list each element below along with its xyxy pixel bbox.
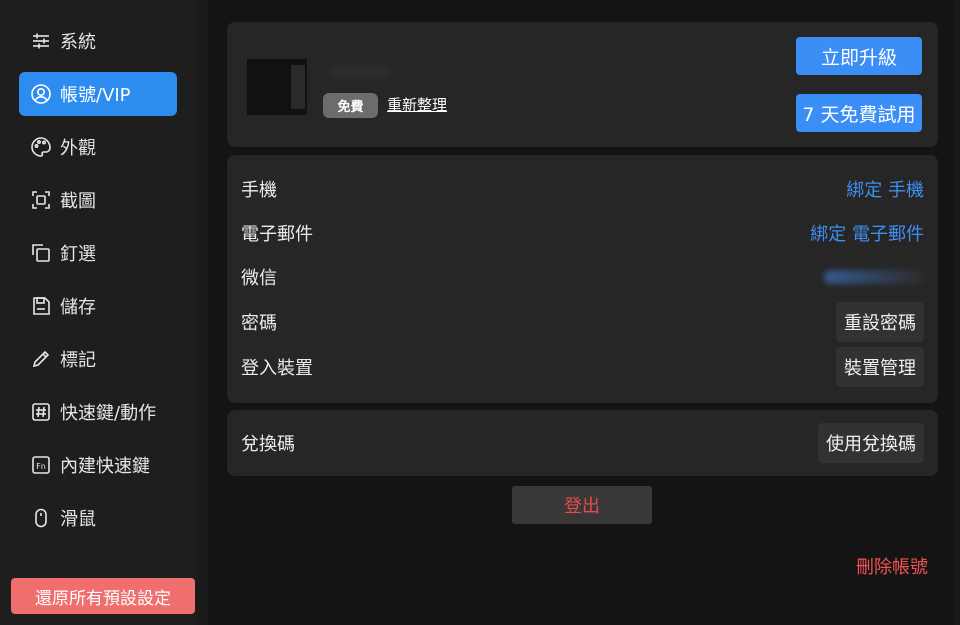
phone-label: 手機	[241, 180, 277, 201]
wechat-row: 微信	[241, 255, 924, 299]
nav-list: 系統 帳號/VIP 外觀 截圖 釘選 儲存 標記 快速鍵/動作 Fn 內建快速鍵…	[19, 19, 177, 549]
sidebar-item-screenshot[interactable]: 截圖	[19, 178, 177, 222]
account-binding-card: 手機 綁定 手機 電子郵件 綁定 電子郵件 微信 密碼 重設密碼 登入裝置 裝置…	[227, 155, 938, 403]
sidebar-item-label: 截圖	[60, 191, 96, 212]
sidebar-item-label: 滑鼠	[60, 509, 96, 530]
sidebar-item-label: 系統	[60, 32, 96, 53]
hash-key-icon	[30, 401, 52, 423]
bind-email-link[interactable]: 綁定 電子郵件	[810, 220, 924, 246]
sidebar: 系統 帳號/VIP 外觀 截圖 釘選 儲存 標記 快速鍵/動作 Fn 內建快速鍵…	[0, 0, 196, 625]
redeem-row: 兌換碼 使用兌換碼	[241, 421, 924, 465]
screenshot-icon	[30, 189, 52, 211]
logout-button[interactable]: 登出	[512, 486, 652, 524]
redeem-label: 兌換碼	[241, 434, 295, 455]
phone-row: 手機 綁定 手機	[241, 167, 924, 211]
sidebar-item-save[interactable]: 儲存	[19, 284, 177, 328]
pin-copy-icon	[30, 242, 52, 264]
sidebar-item-label: 內建快速鍵	[60, 456, 150, 477]
avatar	[247, 59, 307, 115]
reset-password-button[interactable]: 重設密碼	[836, 302, 924, 342]
username-redacted	[329, 66, 389, 78]
svg-text:Fn: Fn	[36, 462, 46, 471]
use-redeem-code-button[interactable]: 使用兌換碼	[818, 423, 924, 463]
profile-card: 免費 重新整理 立即升級 7 天免費試用	[227, 22, 938, 147]
redeem-card: 兌換碼 使用兌換碼	[227, 410, 938, 476]
email-label: 電子郵件	[241, 224, 313, 245]
pencil-icon	[30, 348, 52, 370]
sidebar-item-hotkeys-actions[interactable]: 快速鍵/動作	[19, 390, 177, 434]
sliders-icon	[30, 30, 52, 52]
sidebar-item-label: 標記	[60, 350, 96, 371]
sidebar-item-label: 快速鍵/動作	[60, 403, 157, 424]
palette-icon	[30, 136, 52, 158]
wechat-value-redacted	[824, 270, 924, 284]
sidebar-item-label: 儲存	[60, 297, 96, 318]
bind-phone-link[interactable]: 綁定 手機	[846, 176, 924, 202]
sidebar-item-system[interactable]: 系統	[19, 19, 177, 63]
sidebar-item-label: 釘選	[60, 244, 96, 265]
manage-devices-button[interactable]: 裝置管理	[836, 347, 924, 387]
password-row: 密碼 重設密碼	[241, 300, 924, 344]
free-trial-button[interactable]: 7 天免費試用	[796, 94, 922, 132]
devices-row: 登入裝置 裝置管理	[241, 345, 924, 389]
sidebar-item-annotate[interactable]: 標記	[19, 337, 177, 381]
reset-defaults-button[interactable]: 還原所有預設設定	[11, 578, 195, 614]
sidebar-item-account-vip[interactable]: 帳號/VIP	[19, 72, 177, 116]
delete-account-link[interactable]: 刪除帳號	[856, 553, 928, 579]
main-panel: 免費 重新整理 立即升級 7 天免費試用 手機 綁定 手機 電子郵件 綁定 電子…	[208, 0, 954, 625]
fn-key-icon: Fn	[30, 454, 52, 476]
save-icon	[30, 295, 52, 317]
sidebar-item-builtin-hotkeys[interactable]: Fn 內建快速鍵	[19, 443, 177, 487]
avatar-detail	[291, 65, 305, 109]
upgrade-button[interactable]: 立即升級	[796, 37, 922, 75]
wechat-label: 微信	[241, 268, 277, 289]
sidebar-item-appearance[interactable]: 外觀	[19, 125, 177, 169]
sidebar-item-label: 外觀	[60, 138, 96, 159]
email-row: 電子郵件 綁定 電子郵件	[241, 211, 924, 255]
sidebar-item-mouse[interactable]: 滑鼠	[19, 496, 177, 540]
mouse-icon	[30, 507, 52, 529]
sidebar-item-pin[interactable]: 釘選	[19, 231, 177, 275]
refresh-link[interactable]: 重新整理	[387, 94, 447, 115]
sidebar-item-label: 帳號/VIP	[60, 85, 131, 106]
user-circle-icon	[30, 83, 52, 105]
devices-label: 登入裝置	[241, 358, 313, 379]
plan-badge: 免費	[323, 93, 378, 118]
password-label: 密碼	[241, 313, 277, 334]
